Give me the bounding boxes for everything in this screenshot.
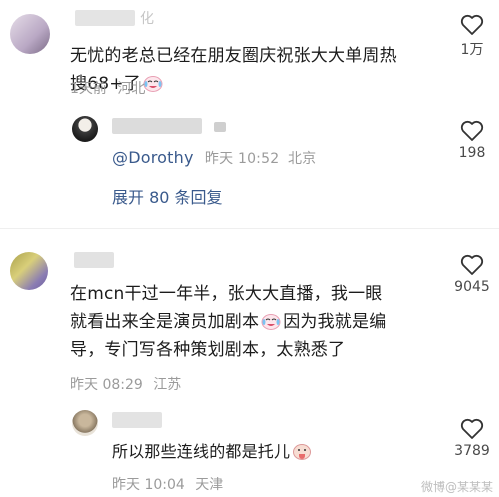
comment-text-segment: 就看出来全是演员加剧本 <box>70 312 260 332</box>
comment-location: 江苏 <box>153 377 182 393</box>
expand-replies-button[interactable]: 展开 80 条回复 <box>112 184 223 208</box>
comment-text-line: 在mcn干过一年半，张大大直播，我一眼 <box>70 284 383 304</box>
username-fragment: 化 <box>140 11 154 27</box>
reply-text: 所以那些连线的都是托儿 <box>112 438 314 466</box>
comment-meta: 昨天 08:29 江苏 <box>70 374 181 394</box>
comment-text-line: 导，专门写各种策划剧本，太熟悉了 <box>70 340 346 360</box>
reply-meta: 昨天 10:52 北京 <box>205 151 316 167</box>
comment-text-line: 无忧的老总已经在朋友圈庆祝张大大单周热 <box>70 46 397 66</box>
avatar[interactable] <box>10 14 50 54</box>
avatar[interactable] <box>10 252 48 290</box>
username-blurred[interactable] <box>112 412 162 428</box>
comment-time: 昨天 08:29 <box>70 377 143 393</box>
comment-meta: 1天前 河北 <box>70 78 145 98</box>
like-button[interactable]: 198 <box>452 120 492 161</box>
comment-time: 昨天 10:52 <box>204 151 280 167</box>
like-button[interactable]: 3789 <box>452 418 492 459</box>
like-count: 1万 <box>460 42 484 58</box>
username-blurred[interactable] <box>75 10 135 26</box>
watermark: 微博@某某某 <box>420 480 493 494</box>
tongue-emoji-icon <box>293 444 312 460</box>
like-count: 198 <box>458 145 486 161</box>
comment-location: 天津 <box>195 477 224 493</box>
cry-laugh-emoji-icon <box>261 314 281 330</box>
like-count: 3789 <box>454 443 490 459</box>
heart-outline-icon <box>460 418 484 439</box>
comment-location: 北京 <box>287 151 317 167</box>
like-button[interactable]: 9045 <box>452 254 492 295</box>
reply-text: @Dorothy 昨天 10:52 北京 <box>112 144 316 173</box>
comment-time: 1天前 <box>70 81 107 97</box>
divider <box>0 228 499 229</box>
heart-outline-icon <box>460 120 484 141</box>
reply-text-segment: 所以那些连线的都是托儿 <box>112 442 291 461</box>
comment-time: 昨天 10:04 <box>112 477 185 493</box>
like-button[interactable]: 1万 <box>452 14 492 59</box>
comment-meta: 昨天 10:04 天津 <box>112 474 223 494</box>
like-count: 9045 <box>454 279 490 295</box>
comment-text: 在mcn干过一年半，张大大直播，我一眼 就看出来全是演员加剧本 因为我就是编 导，… <box>70 280 450 364</box>
comment-location: 河北 <box>117 81 146 97</box>
comment-text-line: 就看出来全是演员加剧本 因为我就是编 <box>70 308 450 336</box>
mention-link[interactable]: @Dorothy <box>112 148 194 167</box>
username-blurred <box>214 122 226 132</box>
heart-outline-icon <box>460 14 484 35</box>
avatar[interactable] <box>72 116 98 142</box>
username-blurred[interactable] <box>112 118 202 134</box>
cry-laugh-emoji-icon <box>143 76 163 92</box>
username-blurred[interactable] <box>74 252 114 268</box>
heart-outline-icon <box>460 254 484 275</box>
avatar[interactable] <box>72 410 98 436</box>
comment-text-segment: 因为我就是编 <box>283 312 387 332</box>
